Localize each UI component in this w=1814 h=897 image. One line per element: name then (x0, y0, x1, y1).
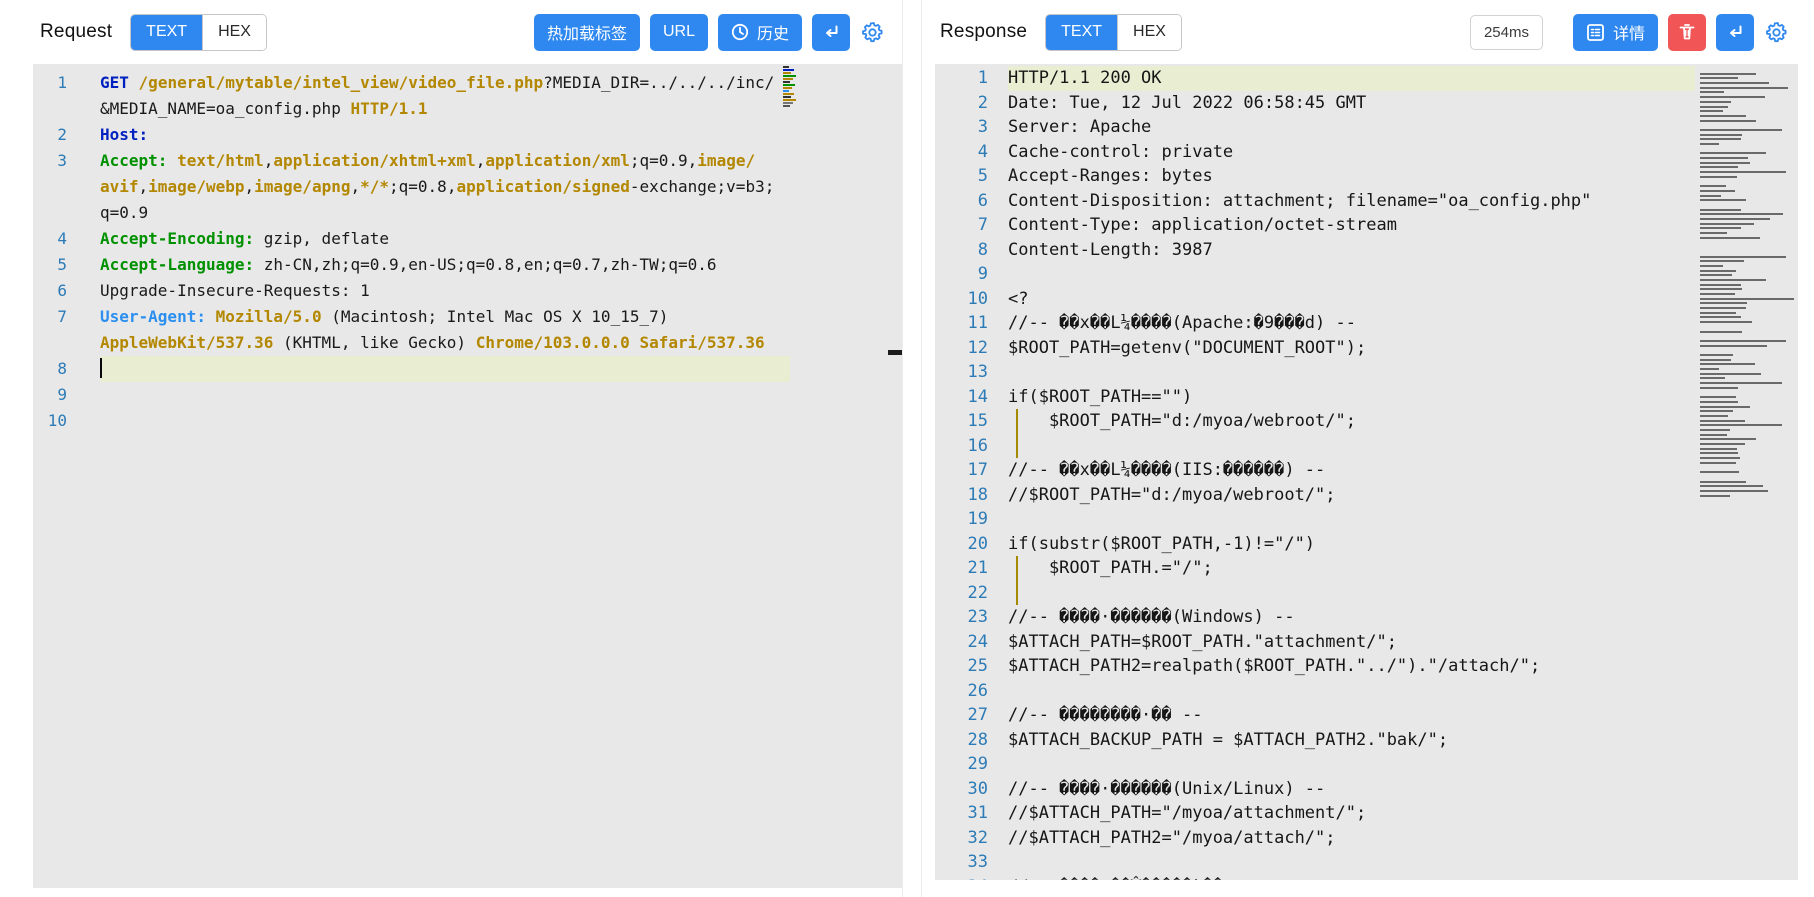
code-line: AppleWebKit/537.36 (KHTML, like Gecko) C… (33, 330, 902, 356)
response-tab-hex[interactable]: HEX (1117, 15, 1181, 50)
code-line: 8Content-Length: 3987 (935, 238, 1798, 263)
request-code-lines: 1GET /general/mytable/intel_view/video_f… (33, 70, 902, 434)
clock-icon (731, 23, 749, 41)
code-line: 2Date: Tue, 12 Jul 2022 06:58:45 GMT (935, 91, 1798, 116)
history-label: 历史 (757, 20, 789, 44)
response-tab-text[interactable]: TEXT (1046, 15, 1117, 50)
code-line: 23//-- ����·������(Windows) -- (935, 605, 1798, 630)
code-line: 3Server: Apache (935, 115, 1798, 140)
code-line: 32//$ATTACH_PATH2="/myoa/attach/"; (935, 826, 1798, 851)
response-latency-badge: 254ms (1470, 15, 1543, 50)
request-panel: Request TEXT HEX 热加载标签 URL 历史 (0, 0, 903, 897)
trash-icon (1677, 22, 1697, 42)
clear-response-button[interactable] (1668, 14, 1706, 51)
response-settings-button[interactable] (1764, 20, 1788, 44)
text-cursor (100, 358, 102, 378)
code-line: 24$ATTACH_PATH=$ROOT_PATH."attachment/"; (935, 630, 1798, 655)
code-line: 21 $ROOT_PATH.="/"; (935, 556, 1798, 581)
indent-guide (1016, 409, 1018, 434)
code-line: 27//-- ��������·�� -- (935, 703, 1798, 728)
code-line: &MEDIA_NAME=oa_config.php HTTP/1.1 (33, 96, 902, 122)
request-tab-hex[interactable]: HEX (202, 15, 266, 50)
enter-arrow-icon (1725, 22, 1745, 42)
request-editor[interactable]: 1GET /general/mytable/intel_view/video_f… (33, 64, 902, 888)
code-line: 6Upgrade-Insecure-Requests: 1 (33, 278, 902, 304)
hot-reload-tags-button[interactable]: 热加载标签 (534, 14, 640, 51)
response-code-lines: 1HTTP/1.1 200 OK2Date: Tue, 12 Jul 2022 … (935, 66, 1798, 880)
code-line: 18//$ROOT_PATH="d:/myoa/webroot/"; (935, 483, 1798, 508)
history-button[interactable]: 历史 (718, 14, 802, 51)
code-line: 31//$ATTACH_PATH="/myoa/attachment/"; (935, 801, 1798, 826)
code-line: 7Content-Type: application/octet-stream (935, 213, 1798, 238)
hot-reload-tags-label: 热加载标签 (547, 20, 627, 44)
code-line: 5Accept-Ranges: bytes (935, 164, 1798, 189)
request-settings-button[interactable] (860, 20, 884, 44)
code-line: 13 (935, 360, 1798, 385)
request-title: Request (40, 21, 112, 43)
response-view-toggle: TEXT HEX (1045, 14, 1182, 51)
response-panel: Response TEXT HEX 254ms 详情 (921, 0, 1814, 897)
code-line: 34//-- ����s��Ŵ�����)�� (935, 875, 1798, 881)
scrollbar-cursor-marker (888, 350, 902, 355)
code-line: 10<? (935, 287, 1798, 312)
indent-guide (1016, 556, 1018, 581)
code-line: 9 (935, 262, 1798, 287)
code-line: 3Accept: text/html,application/xhtml+xml… (33, 148, 902, 174)
code-line: 19 (935, 507, 1798, 532)
code-line: avif,image/webp,image/apng,*/*;q=0.8,app… (33, 174, 902, 200)
code-line: 25$ATTACH_PATH2=realpath($ROOT_PATH."../… (935, 654, 1798, 679)
code-line: 17//-- ��x��L¼����(IIS:������) -- (935, 458, 1798, 483)
code-line: 9 (33, 382, 902, 408)
indent-guide (1016, 434, 1018, 459)
code-line: 4Cache-control: private (935, 140, 1798, 165)
send-request-button[interactable] (812, 14, 850, 51)
request-view-toggle: TEXT HEX (130, 14, 267, 51)
code-line: 6Content-Disposition: attachment; filena… (935, 189, 1798, 214)
code-line: q=0.9 (33, 200, 902, 226)
code-line: 5Accept-Language: zh-CN,zh;q=0.9,en-US;q… (33, 252, 902, 278)
indent-guide (1016, 581, 1018, 606)
code-line: 4Accept-Encoding: gzip, deflate (33, 226, 902, 252)
gear-icon (860, 20, 884, 44)
code-line: 1HTTP/1.1 200 OK (935, 66, 1798, 91)
detail-button[interactable]: 详情 (1573, 14, 1658, 51)
code-line: 30//-- ����·������(Unix/Linux) -- (935, 777, 1798, 802)
detail-list-icon (1586, 23, 1605, 42)
code-line: 14if($ROOT_PATH=="") (935, 385, 1798, 410)
resend-button[interactable] (1716, 14, 1754, 51)
code-line: 7User-Agent: Mozilla/5.0 (Macintosh; Int… (33, 304, 902, 330)
code-line: 22 (935, 581, 1798, 606)
code-line: 12$ROOT_PATH=getenv("DOCUMENT_ROOT"); (935, 336, 1798, 361)
request-header: Request TEXT HEX 热加载标签 URL 历史 (0, 0, 902, 64)
gear-icon (1764, 20, 1788, 44)
response-header: Response TEXT HEX 254ms 详情 (922, 0, 1814, 64)
code-line: 16 (935, 434, 1798, 459)
code-line: 11//-- ��x��L¼����(Apache:�9���d) -- (935, 311, 1798, 336)
app-root: Request TEXT HEX 热加载标签 URL 历史 (0, 0, 1814, 897)
code-line: 10 (33, 408, 902, 434)
request-tab-text[interactable]: TEXT (131, 15, 202, 50)
url-label: URL (663, 23, 695, 41)
code-line: 2Host: (33, 122, 902, 148)
response-editor[interactable]: 1HTTP/1.1 200 OK2Date: Tue, 12 Jul 2022 … (935, 64, 1798, 880)
code-line: 26 (935, 679, 1798, 704)
response-minimap[interactable] (1700, 68, 1796, 499)
code-line: 33 (935, 850, 1798, 875)
code-line: 20if(substr($ROOT_PATH,-1)!="/") (935, 532, 1798, 557)
code-line: 8 (33, 356, 902, 382)
request-minimap (783, 66, 797, 108)
enter-arrow-icon (821, 22, 841, 42)
response-title: Response (940, 21, 1027, 43)
code-line: 15 $ROOT_PATH="d:/myoa/webroot/"; (935, 409, 1798, 434)
code-line: 1GET /general/mytable/intel_view/video_f… (33, 70, 902, 96)
code-line: 29 (935, 752, 1798, 777)
code-line: 28$ATTACH_BACKUP_PATH = $ATTACH_PATH2."b… (935, 728, 1798, 753)
detail-label: 详情 (1613, 20, 1645, 44)
url-button[interactable]: URL (650, 14, 708, 51)
